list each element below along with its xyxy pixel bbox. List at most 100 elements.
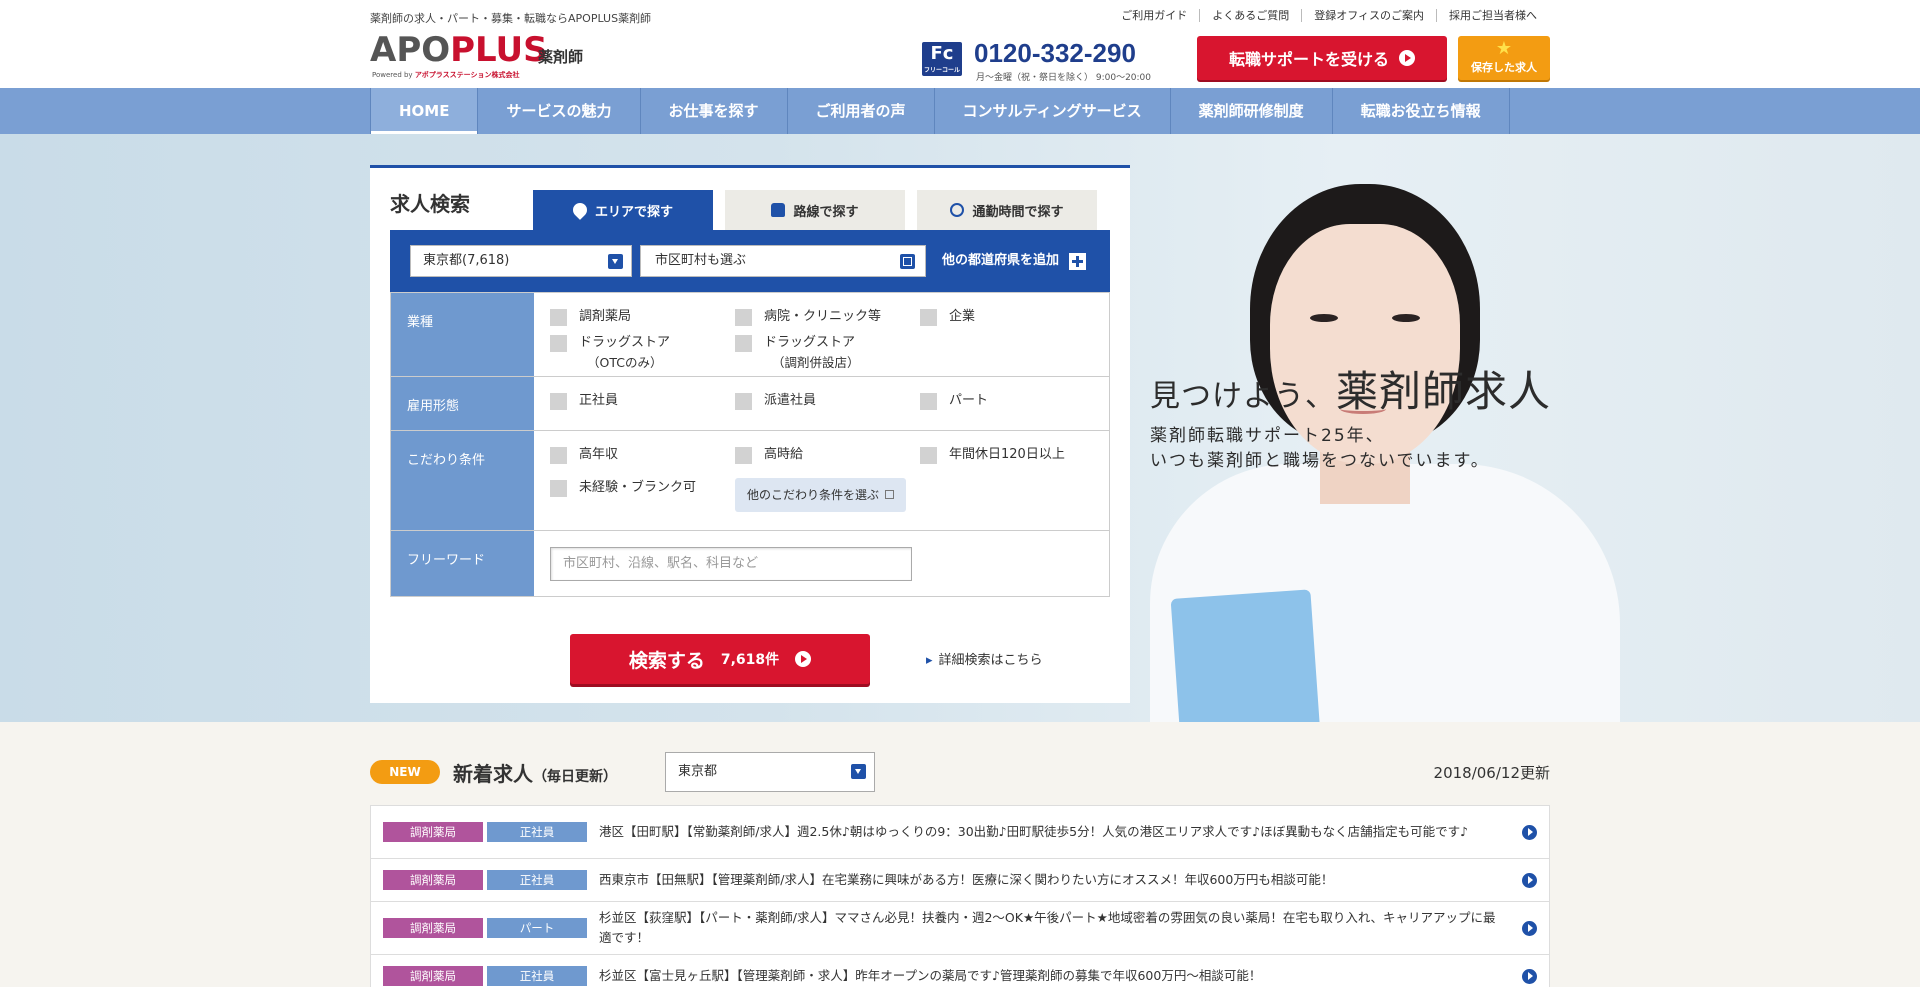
new-badge: NEW — [370, 760, 440, 784]
add-prefecture-button[interactable]: 他の都道府県を追加 — [942, 245, 1087, 277]
checkbox-hospital[interactable]: 病院・クリニック等 — [735, 307, 920, 327]
hero-catchcopy: 見つけよう、薬剤師求人 — [1150, 367, 1552, 416]
employment-badge: パート — [487, 918, 587, 938]
checkbox-high-salary[interactable]: 高年収 — [550, 445, 735, 472]
nav-career-tips[interactable]: 転職お役立ち情報 — [1331, 88, 1510, 134]
checkbox-parttime[interactable]: パート — [920, 391, 1070, 412]
nav-service[interactable]: サービスの魅力 — [477, 88, 639, 134]
arrow-right-icon — [1522, 920, 1537, 936]
search-tabs: エリアで探す 路線で探す 通勤時間で探す — [533, 190, 1097, 230]
search-title: 求人検索 — [390, 192, 470, 216]
checkbox-pharmacy[interactable]: 調剤薬局 — [550, 307, 735, 327]
phone-number[interactable]: 0120-332-290 — [974, 38, 1136, 69]
popup-icon — [885, 489, 895, 499]
filter-row-industry: 業種 調剤薬局 病院・クリニック等 企業 ドラッグストア （OTCのみ） ドラッグ… — [391, 292, 1109, 376]
filter-label-preferences: こだわり条件 — [391, 431, 534, 530]
city-select[interactable]: 市区町村も選ぶ — [640, 245, 926, 277]
recruiter-link[interactable]: 採用ご担当者様へ — [1436, 9, 1549, 22]
checkbox-dispatch[interactable]: 派遣社員 — [735, 391, 920, 412]
tab-area[interactable]: エリアで探す — [533, 190, 713, 230]
advanced-search-link[interactable]: 詳細検索はこちら — [926, 649, 1043, 668]
site-header: 薬剤師の求人・パート・募集・転職ならAPOPLUS薬剤師 APOPLUS 薬剤師… — [0, 0, 1920, 88]
area-select-bar: 東京都(7,618) 市区町村も選ぶ 他の都道府県を追加 — [390, 230, 1110, 292]
freeword-input[interactable]: 市区町村、沿線、駅名、科目など — [550, 547, 912, 581]
chevron-down-icon — [851, 764, 866, 779]
nav-consulting[interactable]: コンサルティングサービス — [933, 88, 1170, 134]
clock-icon — [950, 203, 965, 217]
job-title: 杉並区【荻窪駅】【パート・薬剤師/求人】ママさん必見！扶養内・週2～OK★午後パ… — [599, 910, 1496, 945]
filter-label-industry: 業種 — [391, 293, 534, 376]
job-type-badge: 調剤薬局 — [383, 822, 483, 842]
employment-badge: 正社員 — [487, 822, 587, 842]
utility-links: ご利用ガイド よくあるご質問 登録オフィスのご案内 採用ご担当者様へ — [1121, 9, 1549, 22]
new-listings-header: NEW 新着求人（毎日更新） 東京都 2018/06/12更新 — [370, 752, 1550, 792]
office-link[interactable]: 登録オフィスのご案内 — [1301, 9, 1436, 22]
job-type-badge: 調剤薬局 — [383, 870, 483, 890]
tab-route[interactable]: 路線で探す — [725, 190, 905, 230]
region-select[interactable]: 東京都 — [665, 752, 875, 792]
filter-label-freeword: フリーワード — [391, 531, 534, 596]
filter-label-employment: 雇用形態 — [391, 377, 534, 430]
freecall-icon: Fc フリーコール — [922, 42, 962, 76]
site-tagline: 薬剤師の求人・パート・募集・転職ならAPOPLUS薬剤師 — [370, 12, 652, 25]
employment-badge: 正社員 — [487, 870, 587, 890]
logo-subtitle: 薬剤師 — [538, 48, 584, 66]
list-item[interactable]: 調剤薬局 正社員 杉並区【富士見ヶ丘駅】【管理薬剤師・求人】昨年オープンの薬局で… — [371, 955, 1549, 987]
plus-icon — [1069, 252, 1087, 270]
arrow-right-icon — [795, 651, 812, 667]
global-nav: HOME サービスの魅力 お仕事を探す ご利用者の声 コンサルティングサービス … — [0, 88, 1920, 134]
more-preferences-button[interactable]: 他のこだわり条件を選ぶ — [735, 477, 907, 512]
site-logo[interactable]: APOPLUS 薬剤師 Powered by アポプラスステーション株式会社 — [370, 30, 583, 82]
search-submit-label: 検索する — [628, 649, 705, 672]
job-title: 西東京市【田無駅】【管理薬剤師/求人】在宅業務に興味がある方！医療に深く関わりた… — [599, 872, 1334, 887]
filter-row-employment: 雇用形態 正社員 派遣社員 パート — [391, 376, 1109, 430]
list-item[interactable]: 調剤薬局 正社員 西東京市【田無駅】【管理薬剤師/求人】在宅業務に興味がある方！… — [371, 859, 1549, 902]
logo-plus: PLUS — [450, 30, 548, 70]
search-submit-button[interactable]: 検索する 7,618件 — [570, 634, 870, 684]
checkbox-fulltime[interactable]: 正社員 — [550, 391, 735, 412]
saved-jobs-button[interactable]: ★ 保存した求人 — [1458, 36, 1550, 80]
nav-find-jobs[interactable]: お仕事を探す — [639, 88, 787, 134]
new-listings-title: 新着求人（毎日更新） — [453, 762, 617, 786]
job-title: 杉並区【富士見ヶ丘駅】【管理薬剤師・求人】昨年オープンの薬局です♪管理薬剤師の募… — [599, 968, 1262, 983]
filter-row-preferences: こだわり条件 高年収 高時給 年間休日120日以上 未経験・ブランク可 他のこだ… — [391, 430, 1109, 530]
popup-icon — [900, 254, 915, 269]
hero-description: 薬剤師転職サポート25年、 いつも薬剤師と職場をつないでいます。 — [1150, 426, 1490, 471]
filter-table: 業種 調剤薬局 病院・クリニック等 企業 ドラッグストア （OTCのみ） ドラッグ… — [390, 292, 1110, 597]
updated-date: 2018/06/12更新 — [1433, 764, 1550, 782]
tab-commute[interactable]: 通勤時間で探す — [917, 190, 1097, 230]
job-type-badge: 調剤薬局 — [383, 966, 483, 986]
nav-training[interactable]: 薬剤師研修制度 — [1169, 88, 1332, 134]
career-support-button[interactable]: 転職サポートを受ける — [1197, 36, 1447, 80]
checkbox-drugstore-otc[interactable]: ドラッグストア （OTCのみ） — [550, 333, 735, 373]
checkbox-drugstore-dispensing[interactable]: ドラッグストア （調剤併設店） — [735, 333, 920, 373]
arrow-right-icon — [1399, 50, 1415, 66]
job-search-panel: 求人検索 エリアで探す 路線で探す 通勤時間で探す 東京都(7,618) 市区町… — [370, 165, 1130, 703]
logo-prefix: APO — [370, 30, 451, 70]
checkbox-high-hourly[interactable]: 高時給 — [735, 445, 920, 472]
nav-voices[interactable]: ご利用者の声 — [786, 88, 934, 134]
search-result-count: 7,618件 — [720, 652, 780, 668]
job-title: 港区【田町駅】【常勤薬剤師/求人】週2.5休♪朝はゆっくりの9：30出勤♪田町駅… — [599, 824, 1469, 839]
map-pin-icon — [570, 200, 590, 220]
filter-row-freeword: フリーワード 市区町村、沿線、駅名、科目など — [391, 530, 1109, 596]
faq-link[interactable]: よくあるご質問 — [1199, 9, 1301, 22]
career-support-label: 転職サポートを受ける — [1228, 50, 1389, 69]
chevron-down-icon — [608, 254, 623, 269]
checkbox-company[interactable]: 企業 — [920, 307, 1070, 327]
prefecture-select[interactable]: 東京都(7,618) — [410, 245, 632, 277]
nav-home[interactable]: HOME — [370, 88, 478, 134]
job-type-badge: 調剤薬局 — [383, 918, 483, 938]
star-icon: ★ — [1495, 38, 1513, 59]
arrow-right-icon — [1522, 968, 1537, 984]
list-item[interactable]: 調剤薬局 正社員 港区【田町駅】【常勤薬剤師/求人】週2.5休♪朝はゆっくりの9… — [371, 806, 1549, 859]
saved-jobs-label: 保存した求人 — [1471, 61, 1537, 74]
arrow-right-icon — [1522, 872, 1537, 888]
guide-link[interactable]: ご利用ガイド — [1121, 9, 1199, 22]
list-item[interactable]: 調剤薬局 パート 杉並区【荻窪駅】【パート・薬剤師/求人】ママさん必見！扶養内・… — [371, 902, 1549, 955]
train-icon — [771, 203, 786, 217]
checkbox-inexperienced-ok[interactable]: 未経験・ブランク可 — [550, 478, 735, 513]
phone-hours: 月～金曜（祝・祭日を除く） 9:00～20:00 — [976, 73, 1152, 83]
checkbox-120-holidays[interactable]: 年間休日120日以上 — [920, 445, 1080, 472]
logo-powered-by: Powered by アポプラスステーション株式会社 — [372, 71, 520, 79]
